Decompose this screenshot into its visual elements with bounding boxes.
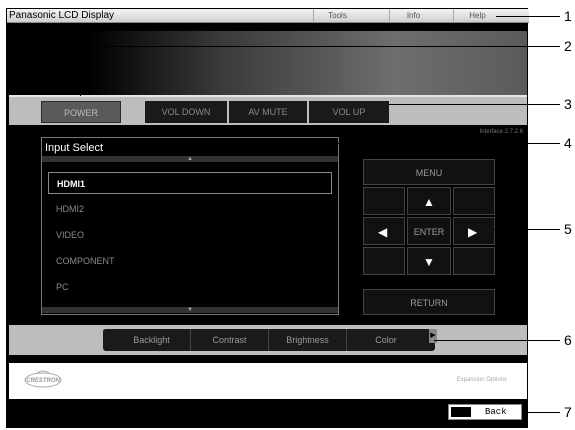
arrow-right-icon[interactable]: ▶ (468, 225, 477, 239)
callout-line-5 (494, 229, 560, 230)
down-button[interactable]: ▼ (407, 247, 451, 275)
scroll-up-icon[interactable]: ▲ (187, 156, 193, 162)
av-mute-button[interactable]: AV MUTE (229, 101, 307, 123)
left-button[interactable]: ◀ (363, 217, 405, 245)
menu-info[interactable]: Info (389, 9, 437, 22)
vol-down-button[interactable]: VOL DOWN (145, 101, 227, 123)
return-button[interactable]: RETURN (363, 289, 495, 315)
callout-line-2 (80, 46, 560, 47)
back-button[interactable]: Back (448, 404, 522, 420)
input-item-pc[interactable]: PC (48, 276, 332, 298)
adjustment-bar: Backlight Contrast Brightness Color (103, 329, 435, 351)
up-button[interactable]: ▲ (407, 187, 451, 215)
footer: CRESTRON Expansion Options (9, 363, 527, 399)
brightness-button[interactable]: Brightness (269, 329, 347, 351)
vol-up-button[interactable]: VOL UP (309, 101, 389, 123)
power-button[interactable]: POWER (41, 101, 121, 123)
title-bar: Panasonic LCD Display Tools Info Help (7, 9, 529, 23)
callout-1: 1 (564, 8, 572, 24)
crestron-logo: CRESTRON (23, 369, 63, 389)
enter-button[interactable]: ENTER (407, 217, 451, 245)
scroll-down-icon[interactable]: ▼ (187, 307, 193, 313)
expansion-options-link[interactable]: Expansion Options (457, 377, 507, 383)
callout-7: 7 (564, 404, 572, 420)
input-item-video[interactable]: VIDEO (48, 224, 332, 246)
control-button-strip: POWER VOL DOWN AV MUTE VOL UP (9, 95, 527, 125)
pad-top-right (453, 187, 495, 215)
navigation-pad: MENU ▲ ◀ ENTER ▶ ▼ RETURN (363, 159, 495, 315)
scroll-up-bar[interactable]: ▲ (42, 156, 338, 162)
back-swatch (451, 407, 471, 417)
menu-tools[interactable]: Tools (313, 9, 361, 22)
crestron-logo-text: CRESTRON (26, 378, 60, 384)
arrow-down-icon[interactable]: ▼ (423, 255, 435, 269)
input-select-title: Input Select (45, 142, 104, 154)
callout-line-1 (496, 16, 560, 17)
arrow-left-icon[interactable]: ◀ (378, 225, 387, 239)
callout-2: 2 (564, 38, 572, 54)
scroll-down-bar[interactable]: ▼ (42, 307, 338, 313)
callout-line-2-v (80, 46, 81, 96)
pad-bottom-right (453, 247, 495, 275)
callout-3: 3 (564, 96, 572, 112)
pad-bottom-left (363, 247, 405, 275)
callout-6: 6 (564, 332, 572, 348)
callout-4: 4 (564, 135, 572, 151)
color-button[interactable]: Color (347, 329, 425, 351)
callout-line-7 (522, 412, 560, 413)
right-button[interactable]: ▶ (453, 217, 495, 245)
menu-button[interactable]: MENU (363, 159, 495, 185)
callout-5: 5 (564, 221, 572, 237)
callout-line-3 (388, 104, 560, 105)
input-item-component[interactable]: COMPONENT (48, 250, 332, 272)
callout-line-4 (334, 143, 560, 144)
back-label: Back (485, 407, 507, 417)
pad-top-left (363, 187, 405, 215)
banner (9, 25, 527, 103)
interface-version: Interface 2.7.2.6 (479, 129, 523, 135)
crestron-control-panel: Panasonic LCD Display Tools Info Help PO… (6, 8, 529, 428)
input-item-hdmi2[interactable]: HDMI2 (48, 198, 332, 220)
backlight-button[interactable]: Backlight (113, 329, 191, 351)
callout-line-6 (434, 340, 560, 341)
contrast-button[interactable]: Contrast (191, 329, 269, 351)
input-item-hdmi1[interactable]: HDMI1 (48, 172, 332, 194)
window-title: Panasonic LCD Display (9, 10, 115, 21)
arrow-up-icon[interactable]: ▲ (423, 195, 435, 209)
banner-gradient (89, 31, 527, 99)
menu-help[interactable]: Help (453, 9, 501, 22)
input-select-panel: Input Select ▲ HDMI1 HDMI2 VIDEO COMPONE… (41, 137, 339, 315)
